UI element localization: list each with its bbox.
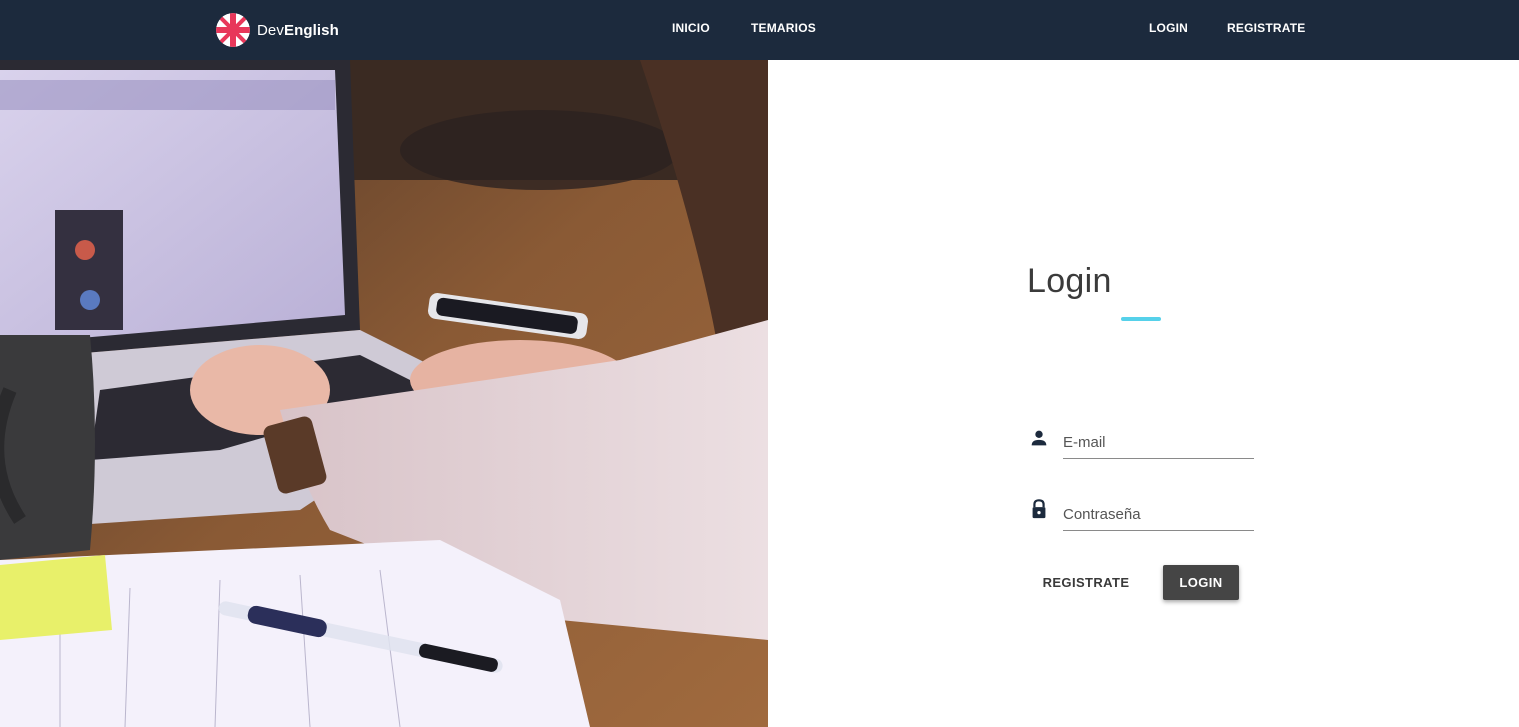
nav-link-login[interactable]: LOGIN bbox=[1149, 21, 1188, 35]
brand-logo-link[interactable]: DevEnglish bbox=[216, 13, 339, 47]
nav-link-inicio[interactable]: INICIO bbox=[672, 21, 710, 35]
uk-flag-icon bbox=[216, 13, 250, 47]
hero-photo bbox=[0, 60, 768, 727]
password-field[interactable] bbox=[1063, 499, 1254, 531]
title-accent-underline bbox=[1121, 317, 1161, 321]
register-button[interactable]: REGISTRATE bbox=[1034, 565, 1138, 599]
lock-icon bbox=[1032, 499, 1046, 519]
nav-link-temarios[interactable]: TEMARIOS bbox=[751, 21, 816, 35]
login-button[interactable]: LOGIN bbox=[1163, 565, 1239, 600]
brand-name: DevEnglish bbox=[257, 21, 339, 39]
nav-link-registrate[interactable]: REGISTRATE bbox=[1227, 21, 1305, 35]
login-title: Login bbox=[1027, 262, 1112, 300]
user-icon bbox=[1031, 430, 1047, 446]
top-navbar: DevEnglish INICIO TEMARIOS LOGIN REGISTR… bbox=[0, 0, 1519, 60]
laptop-desk-photo bbox=[0, 60, 768, 727]
email-field[interactable] bbox=[1063, 427, 1254, 459]
